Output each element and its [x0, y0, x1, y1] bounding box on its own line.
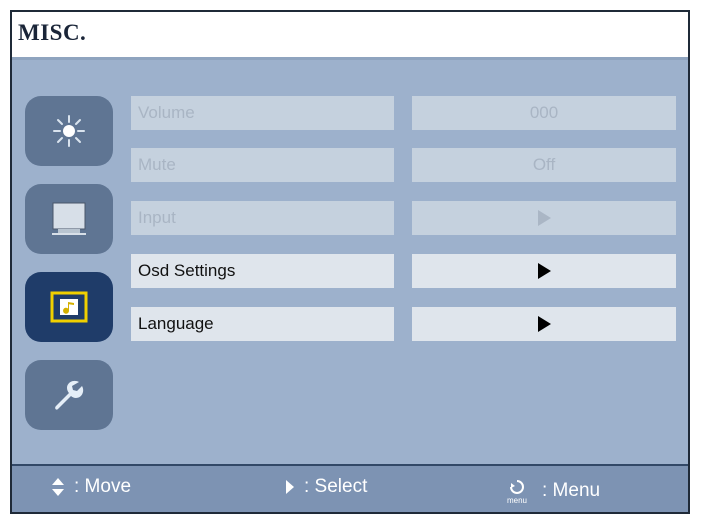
footer-bar: : Move : Select menu : Menu — [12, 464, 688, 512]
menu-label-osd-settings[interactable]: Osd Settings — [131, 254, 394, 288]
menu-label-input[interactable]: Input — [131, 201, 394, 235]
menu-value-mute[interactable]: Off — [412, 148, 676, 182]
title-bar: MISC. — [12, 12, 688, 60]
menu-value-osd-settings[interactable] — [412, 254, 676, 288]
right-arrow-icon — [284, 478, 296, 496]
select-label: : Select — [304, 476, 368, 497]
menu-label-mute[interactable]: Mute — [131, 148, 394, 182]
svg-text:menu: menu — [507, 496, 527, 505]
menu-label-volume[interactable]: Volume — [131, 96, 394, 130]
osd-window: MISC. Volume 000 Mute Off Input Osd Sett… — [10, 10, 690, 514]
monitor-icon — [50, 201, 88, 237]
menu-label: : Menu — [542, 480, 601, 501]
music-note-icon — [50, 291, 88, 323]
sidebar-item-settings[interactable] — [25, 360, 113, 430]
move-hint: : Move — [50, 476, 131, 498]
sidebar-item-display[interactable] — [25, 184, 113, 254]
menu-value-input[interactable] — [412, 201, 676, 235]
up-down-icon — [50, 476, 66, 498]
page-title: MISC. — [18, 20, 87, 45]
arrow-right-icon — [537, 263, 551, 279]
menu-icon: menu — [500, 476, 534, 506]
wrench-icon — [48, 374, 90, 416]
move-label: : Move — [74, 476, 132, 497]
menu-value-language[interactable] — [412, 307, 676, 341]
sidebar-item-brightness[interactable] — [25, 96, 113, 166]
menu-value-volume[interactable]: 000 — [412, 96, 676, 130]
main-panel: Volume 000 Mute Off Input Osd Settings L… — [12, 60, 688, 464]
menu-label-language[interactable]: Language — [131, 307, 394, 341]
menu-hint: menu : Menu — [500, 476, 600, 506]
brightness-icon — [52, 114, 86, 148]
arrow-right-icon — [537, 210, 551, 226]
select-hint: : Select — [284, 476, 367, 498]
arrow-right-icon — [537, 316, 551, 332]
sidebar-item-audio[interactable] — [25, 272, 113, 342]
